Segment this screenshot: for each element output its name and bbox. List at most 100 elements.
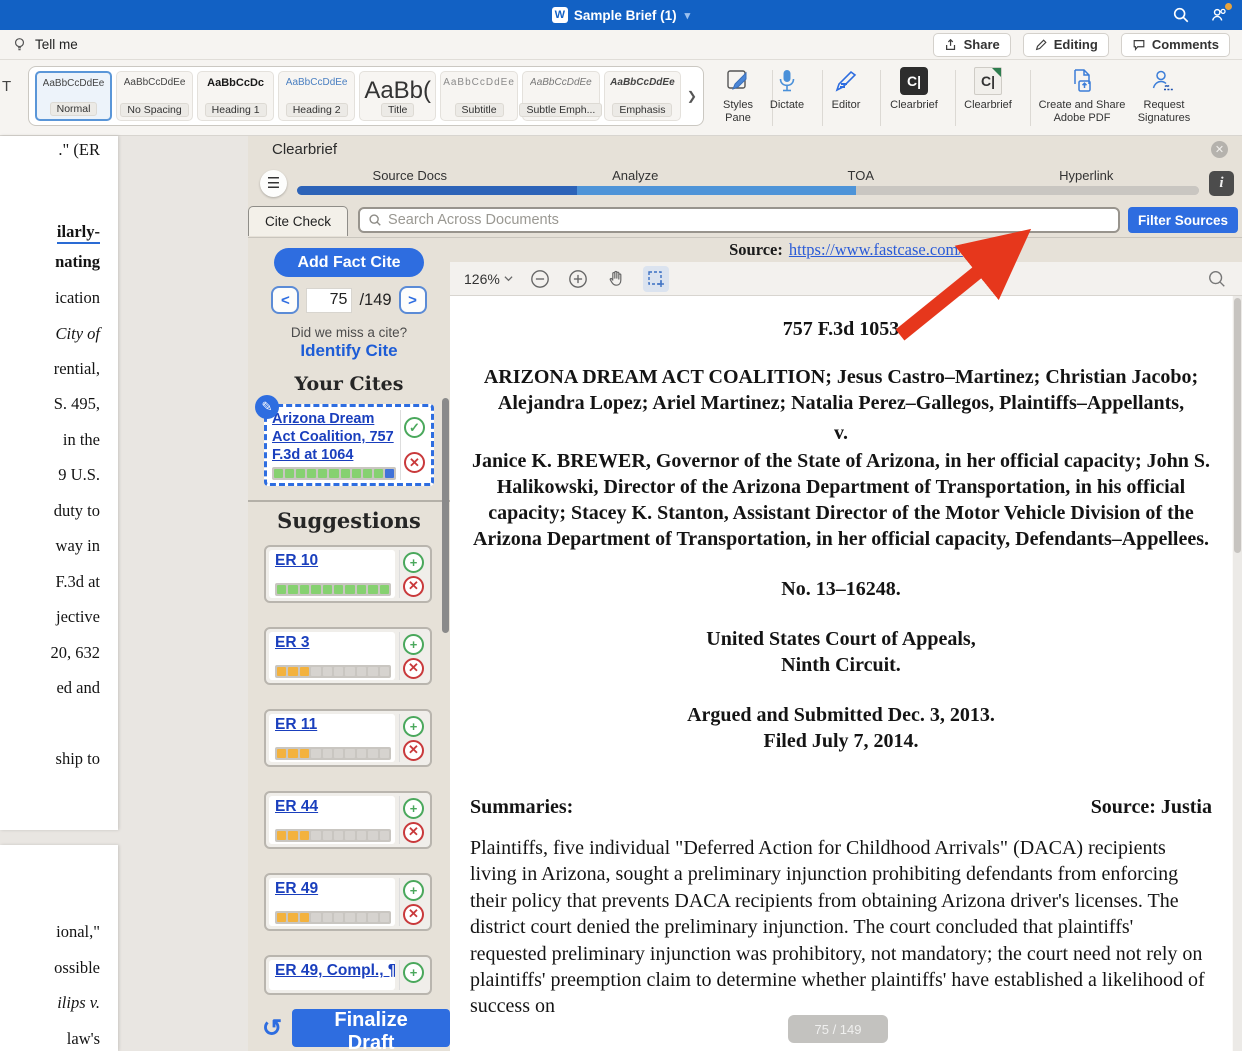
ribbon-cut-fragment: T	[2, 78, 11, 95]
reject-x-icon[interactable]: ✕	[403, 822, 424, 843]
suggestion-link[interactable]: ER 11	[275, 716, 391, 734]
close-icon[interactable]: ✕	[1211, 141, 1228, 158]
search-across-documents-input[interactable]	[388, 212, 1110, 228]
reject-x-icon[interactable]: ✕	[403, 658, 424, 679]
add-plus-icon[interactable]: +	[403, 962, 424, 983]
suggestion-link[interactable]: ER 3	[275, 634, 391, 652]
page-number-input[interactable]	[306, 288, 352, 313]
doc-fragment: City of	[56, 324, 100, 344]
doc-fragment: ication	[55, 288, 100, 308]
add-plus-icon[interactable]: +	[403, 798, 424, 819]
suggestion-card[interactable]: ER 3 + ✕	[264, 627, 432, 685]
tellme-label: Tell me	[35, 37, 78, 52]
ribbon-separator	[822, 70, 823, 126]
progress-label-source-docs[interactable]: Source Docs	[297, 168, 523, 186]
identify-cite-link[interactable]: Identify Cite	[248, 341, 450, 361]
undo-icon[interactable]: ↺	[262, 1014, 282, 1043]
search-icon[interactable]	[1172, 6, 1190, 24]
progress-label-toa[interactable]: TOA	[748, 168, 974, 186]
accept-check-icon[interactable]: ✓	[404, 417, 425, 438]
style-normal[interactable]: AaBbCcDdEe Normal	[35, 71, 112, 121]
next-page-button[interactable]: >	[399, 286, 427, 314]
suggestion-card[interactable]: ER 49, Compl., ¶ +	[264, 955, 432, 995]
suggestion-link[interactable]: ER 10	[275, 552, 391, 570]
clearbrief-light-icon: C|	[974, 67, 1002, 95]
add-plus-icon[interactable]: +	[403, 716, 424, 737]
contacts-icon[interactable]	[1210, 6, 1228, 24]
suggestion-card[interactable]: ER 11 + ✕	[264, 709, 432, 767]
tellme-control[interactable]: Tell me	[12, 37, 78, 52]
add-plus-icon[interactable]: +	[403, 880, 424, 901]
signature-icon	[1150, 66, 1178, 96]
suggestion-link[interactable]: ER 49	[275, 880, 391, 898]
info-icon[interactable]: i	[1209, 171, 1234, 196]
editor-button[interactable]: Editor	[824, 66, 868, 112]
suggestion-card[interactable]: ER 49 + ✕	[264, 873, 432, 931]
confidence-bar	[272, 467, 396, 480]
comments-button[interactable]: Comments	[1121, 33, 1230, 57]
style-title[interactable]: AaBb( Title	[359, 71, 436, 121]
sidebar-scrollbar[interactable]	[442, 398, 449, 633]
request-signatures-button[interactable]: Request Signatures	[1128, 66, 1200, 124]
source-url-link[interactable]: https://www.fastcase.com/	[789, 240, 963, 260]
suggestion-card[interactable]: ER 44 + ✕	[264, 791, 432, 849]
doc-fragment: 9 U.S.	[58, 465, 100, 485]
share-button[interactable]: Share	[933, 33, 1011, 57]
cite-card[interactable]: ✎ Arizona Dream Act Coalition, 757 F.3d …	[264, 404, 434, 486]
document-title[interactable]: W Sample Brief (1) ▾	[552, 7, 690, 23]
editing-mode-button[interactable]: Editing	[1023, 33, 1109, 57]
zoom-level-dropdown[interactable]: 126%	[464, 271, 513, 287]
filter-sources-button[interactable]: Filter Sources	[1128, 207, 1238, 233]
style-heading-2[interactable]: AaBbCcDdEe Heading 2	[278, 71, 355, 121]
style-emphasis[interactable]: AaBbCcDdEe Emphasis	[604, 71, 681, 121]
viewer-scrollbar[interactable]	[1233, 296, 1242, 1051]
styles-pane-button[interactable]: Styles Pane	[712, 66, 764, 124]
menu-icon[interactable]: ☰	[260, 170, 287, 197]
create-adobe-pdf-button[interactable]: Create and Share Adobe PDF	[1036, 66, 1128, 124]
reject-x-icon[interactable]: ✕	[403, 904, 424, 925]
chevron-down-icon[interactable]: ▾	[685, 9, 691, 22]
reject-x-icon[interactable]: ✕	[404, 452, 425, 473]
viewer-search-icon[interactable]	[1206, 268, 1228, 290]
styles-pane-icon	[725, 66, 751, 96]
hand-pan-tool[interactable]	[605, 268, 627, 290]
edit-pencil-icon[interactable]: ✎	[255, 395, 279, 419]
clearbrief-button-light[interactable]: C| Clearbrief	[958, 66, 1018, 112]
reject-x-icon[interactable]: ✕	[403, 576, 424, 597]
ribbon: T AaBbCcDdEe Normal AaBbCcDdEe No Spacin…	[0, 60, 1242, 136]
gallery-more-icon[interactable]: ❯	[687, 89, 697, 103]
reject-x-icon[interactable]: ✕	[403, 740, 424, 761]
suggestion-card[interactable]: ER 10 + ✕	[264, 545, 432, 603]
cite-link[interactable]: Arizona Dream Act Coalition, 757 F.3d at…	[272, 410, 396, 464]
add-fact-cite-button[interactable]: Add Fact Cite	[274, 248, 424, 277]
style-subtitle[interactable]: AaBbCcDdEe Subtitle	[440, 71, 518, 121]
pencil-icon	[1034, 38, 1048, 52]
zoom-in-button[interactable]	[567, 268, 589, 290]
suggestion-link[interactable]: ER 49, Compl., ¶	[275, 962, 391, 980]
style-no-spacing[interactable]: AaBbCcDdEe No Spacing	[116, 71, 193, 121]
style-heading-1[interactable]: AaBbCcDc Heading 1	[197, 71, 274, 121]
zoom-out-button[interactable]	[529, 268, 551, 290]
prev-page-button[interactable]: <	[271, 286, 299, 314]
doc-fragment: ossible	[54, 958, 100, 978]
finalize-draft-button[interactable]: Finalize Draft	[292, 1009, 450, 1047]
suggestion-link[interactable]: ER 44	[275, 798, 391, 816]
progress-label-hyperlink[interactable]: Hyperlink	[974, 168, 1200, 186]
style-subtle-emphasis[interactable]: AaBbCcDdEe Subtle Emph...	[522, 71, 600, 121]
notification-badge	[1225, 3, 1232, 10]
app-body: ." (ER ilarly- nating ication City of re…	[0, 136, 1242, 1051]
cite-check-tab[interactable]: Cite Check	[248, 206, 348, 236]
source-document-viewer: Source: https://www.fastcase.com/ 126%	[450, 238, 1242, 1051]
marquee-select-tool[interactable]	[643, 266, 669, 292]
confidence-bar	[275, 665, 391, 678]
add-plus-icon[interactable]: +	[403, 552, 424, 573]
add-plus-icon[interactable]: +	[403, 634, 424, 655]
search-icon	[368, 213, 382, 227]
case-document-page[interactable]: 757 F.3d 1053 ARIZONA DREAM ACT COALITIO…	[450, 296, 1232, 1051]
dictate-button[interactable]: Dictate	[760, 66, 814, 112]
clearbrief-button-dark[interactable]: C| Clearbrief	[885, 66, 943, 112]
search-documents-box[interactable]	[358, 207, 1120, 233]
confidence-bar	[275, 829, 391, 842]
lightbulb-icon	[12, 37, 27, 52]
progress-label-analyze[interactable]: Analyze	[523, 168, 749, 186]
